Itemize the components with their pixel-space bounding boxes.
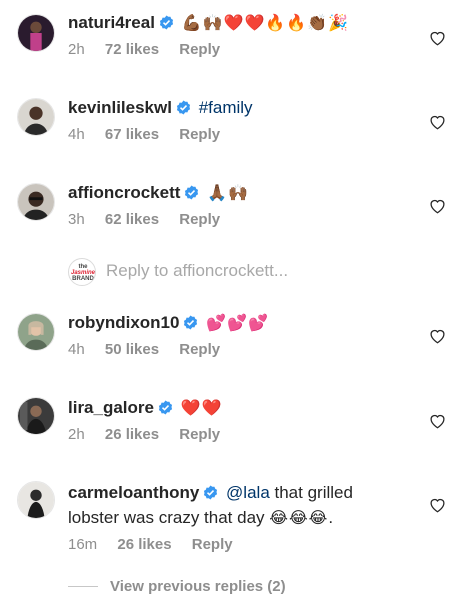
- avatar[interactable]: [17, 481, 55, 519]
- view-previous-replies[interactable]: View previous replies (2): [68, 575, 286, 597]
- like-heart-icon[interactable]: [429, 30, 446, 46]
- avatar[interactable]: [17, 183, 55, 221]
- comment-emojis: 💕💕💕: [206, 313, 269, 332]
- verified-badge-icon: [203, 485, 218, 500]
- reply-button[interactable]: Reply: [192, 536, 233, 553]
- comment-likes[interactable]: 26 likes: [117, 536, 171, 553]
- comment-time: 2h: [68, 41, 85, 58]
- like-heart-icon[interactable]: [429, 114, 446, 130]
- verified-badge-icon: [159, 15, 174, 30]
- avatar[interactable]: [17, 397, 55, 435]
- reply-input[interactable]: Reply to affioncrockett...: [106, 261, 288, 281]
- comment-emojis: ❤️❤️: [180, 398, 223, 417]
- comment-text: lobster was crazy that day: [68, 508, 270, 527]
- reply-button[interactable]: Reply: [179, 126, 220, 143]
- view-previous-replies-label[interactable]: View previous replies (2): [110, 578, 286, 595]
- avatar[interactable]: [17, 98, 55, 136]
- avatar[interactable]: [17, 14, 55, 52]
- comment-time: 4h: [68, 341, 85, 358]
- comment-time: 2h: [68, 426, 85, 443]
- verified-badge-icon: [183, 315, 198, 330]
- comment-username[interactable]: carmeloanthony: [68, 483, 199, 502]
- comment-emojis: 😂😂😂: [269, 508, 329, 527]
- comment-time: 16m: [68, 536, 98, 553]
- comment-time: 3h: [68, 211, 85, 228]
- like-heart-icon[interactable]: [429, 328, 446, 344]
- comment-likes[interactable]: 67 likes: [105, 126, 159, 143]
- comment-username[interactable]: naturi4real: [68, 13, 155, 32]
- like-heart-icon[interactable]: [429, 198, 446, 214]
- comment-username[interactable]: lira_galore: [68, 398, 154, 417]
- reply-button[interactable]: Reply: [179, 41, 220, 58]
- reply-button[interactable]: Reply: [179, 341, 220, 358]
- divider: [68, 585, 98, 587]
- avatar[interactable]: [17, 313, 55, 351]
- comment-mention[interactable]: @lala: [226, 483, 270, 502]
- reply-button[interactable]: Reply: [179, 211, 220, 228]
- comment-username[interactable]: affioncrockett: [68, 183, 180, 202]
- verified-badge-icon: [176, 100, 191, 115]
- comment-emojis: 💪🏾🙌🏾❤️❤️🔥🔥👏🏾🎉: [181, 13, 350, 32]
- comment-emojis: 🙏🏾🙌🏾: [207, 183, 249, 202]
- reply-button[interactable]: Reply: [179, 426, 220, 443]
- comment-likes[interactable]: 26 likes: [105, 426, 159, 443]
- comment-likes[interactable]: 62 likes: [105, 211, 159, 228]
- like-heart-icon[interactable]: [429, 497, 446, 513]
- comment-username[interactable]: kevinlileskwl: [68, 98, 172, 117]
- verified-badge-icon: [184, 185, 199, 200]
- comment-hashtag[interactable]: #family: [199, 98, 253, 117]
- comment-username[interactable]: robyndixon10: [68, 313, 179, 332]
- like-heart-icon[interactable]: [429, 413, 446, 429]
- comment-likes[interactable]: 72 likes: [105, 41, 159, 58]
- verified-badge-icon: [158, 400, 173, 415]
- comment-text: that grilled: [269, 483, 353, 502]
- comment-time: 4h: [68, 126, 85, 143]
- brand-word: BRAND: [72, 276, 94, 282]
- current-user-avatar: the Jasmine BRAND: [68, 258, 96, 286]
- comment-text: .: [328, 508, 334, 527]
- comment-likes[interactable]: 50 likes: [105, 341, 159, 358]
